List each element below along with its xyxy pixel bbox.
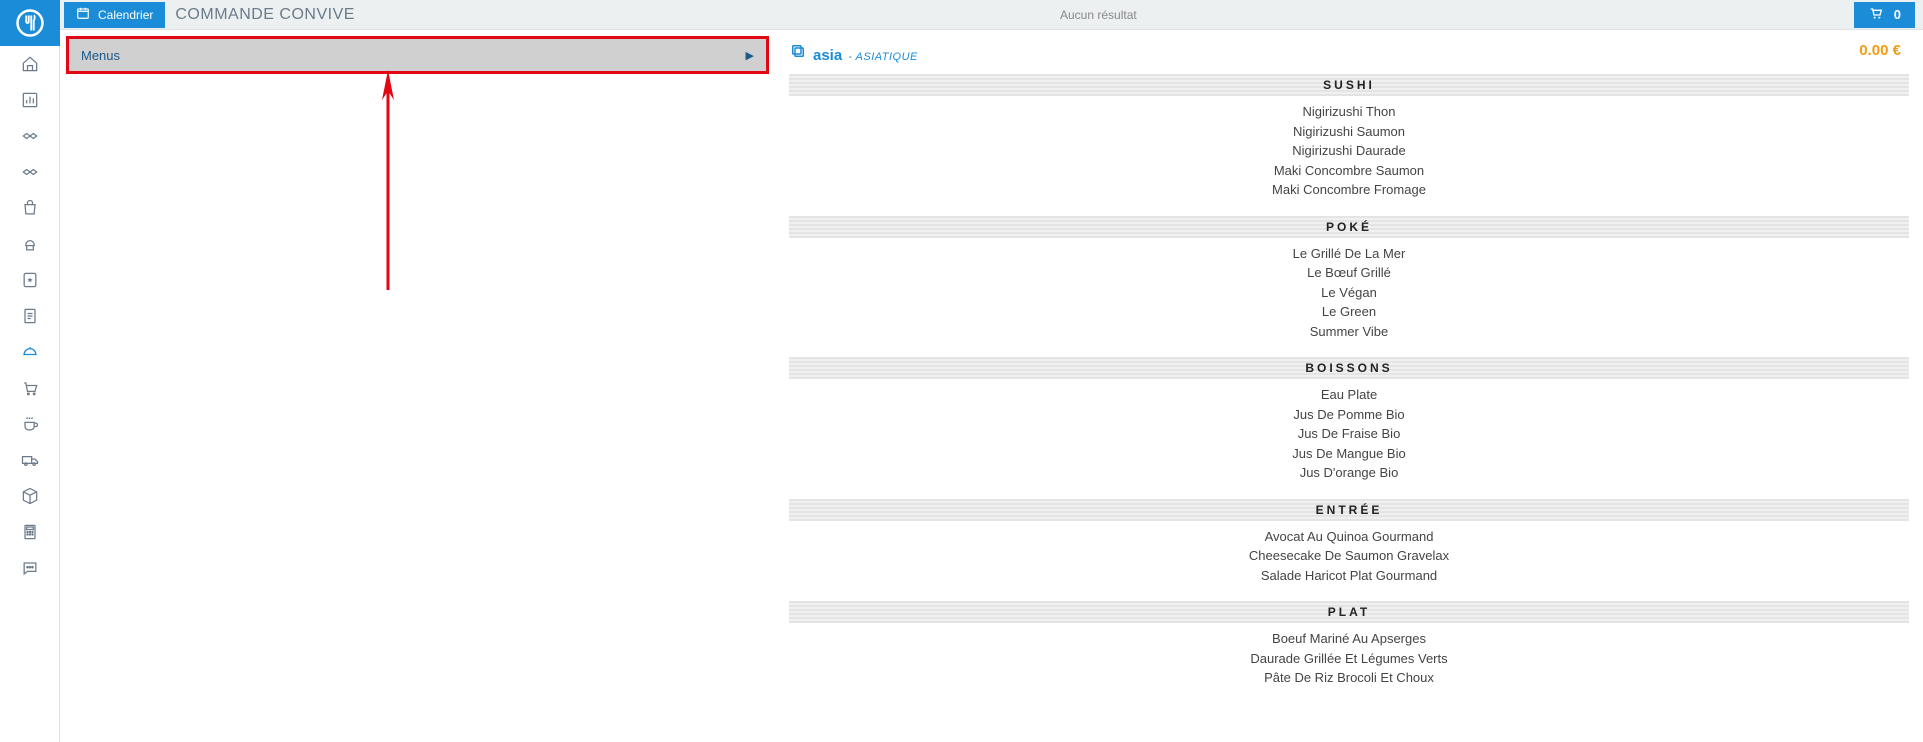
menu-section: ENTRÉEAvocat Au Quinoa GourmandCheesecak… xyxy=(789,499,1909,596)
section-header: PLAT xyxy=(789,601,1909,623)
chevron-right-icon: ▶ xyxy=(746,49,754,62)
calendar-label: Calendrier xyxy=(98,8,153,22)
section-header: BOISSONS xyxy=(789,357,1909,379)
menu-item[interactable]: Cheesecake De Saumon Gravelax xyxy=(789,546,1909,566)
section-header: ENTRÉE xyxy=(789,499,1909,521)
section-items: Nigirizushi ThonNigirizushi SaumonNigiri… xyxy=(789,96,1909,210)
menu-subtitle: - ASIATIQUE xyxy=(848,51,918,63)
menu-item[interactable]: Jus D'orange Bio xyxy=(789,463,1909,483)
nav-home[interactable] xyxy=(0,46,60,82)
menu-section: PLATBoeuf Mariné Au ApsergesDaurade Gril… xyxy=(789,601,1909,698)
menu-item[interactable]: Le Bœuf Grillé xyxy=(789,263,1909,283)
menu-item[interactable]: Le Green xyxy=(789,302,1909,322)
menu-detail-panel: asia - ASIATIQUE 0.00 € SUSHINigirizushi… xyxy=(775,30,1923,742)
menu-item[interactable]: Jus De Mangue Bio xyxy=(789,444,1909,464)
cart-icon xyxy=(1868,5,1884,24)
nav-chat[interactable] xyxy=(0,550,60,586)
menu-item[interactable]: Avocat Au Quinoa Gourmand xyxy=(789,527,1909,547)
menu-item[interactable]: Nigirizushi Daurade xyxy=(789,141,1909,161)
page-title: COMMANDE CONVIVE xyxy=(175,6,355,24)
nav-inventory[interactable] xyxy=(0,478,60,514)
menus-dropdown-label: Menus xyxy=(81,48,120,63)
sidebar xyxy=(0,0,60,742)
copy-icon[interactable] xyxy=(789,42,807,63)
nav-partners[interactable] xyxy=(0,118,60,154)
menu-item[interactable]: Pâte De Riz Brocoli Et Choux xyxy=(789,668,1909,688)
app-logo[interactable] xyxy=(0,0,60,46)
menu-item[interactable]: Maki Concombre Saumon xyxy=(789,161,1909,181)
nav-service[interactable] xyxy=(0,334,60,370)
nav-coffee[interactable] xyxy=(0,406,60,442)
topbar: Calendrier COMMANDE CONVIVE Aucun résult… xyxy=(60,0,1923,30)
nav-cart[interactable] xyxy=(0,370,60,406)
menu-item[interactable]: Nigirizushi Saumon xyxy=(789,122,1909,142)
menu-item[interactable]: Jus De Fraise Bio xyxy=(789,424,1909,444)
left-panel: Menus ▶ xyxy=(60,30,775,742)
menu-item[interactable]: Maki Concombre Fromage xyxy=(789,180,1909,200)
menu-section: POKÉLe Grillé De La MerLe Bœuf GrilléLe … xyxy=(789,216,1909,352)
menu-section: SUSHINigirizushi ThonNigirizushi SaumonN… xyxy=(789,74,1909,210)
cart-button[interactable]: 0 xyxy=(1854,2,1915,28)
calendar-icon xyxy=(76,6,90,23)
section-items: Eau PlateJus De Pomme BioJus De Fraise B… xyxy=(789,379,1909,493)
menu-item[interactable]: Boeuf Mariné Au Apserges xyxy=(789,629,1909,649)
section-header: POKÉ xyxy=(789,216,1909,238)
menu-item[interactable]: Salade Haricot Plat Gourmand xyxy=(789,566,1909,586)
menu-section: BOISSONSEau PlateJus De Pomme BioJus De … xyxy=(789,357,1909,493)
calendar-button[interactable]: Calendrier xyxy=(64,2,165,28)
nav-dashboard[interactable] xyxy=(0,82,60,118)
section-items: Boeuf Mariné Au ApsergesDaurade Grillée … xyxy=(789,623,1909,698)
menu-item[interactable]: Summer Vibe xyxy=(789,322,1909,342)
search-no-result: Aucun résultat xyxy=(1060,8,1137,22)
section-items: Le Grillé De La MerLe Bœuf GrilléLe Véga… xyxy=(789,238,1909,352)
nav-calculator[interactable] xyxy=(0,514,60,550)
annotation-arrow xyxy=(378,80,398,303)
nav-kitchen[interactable] xyxy=(0,226,60,262)
section-header: SUSHI xyxy=(789,74,1909,96)
nav-partners-alt[interactable] xyxy=(0,154,60,190)
nav-favorites[interactable] xyxy=(0,262,60,298)
nav-shopping[interactable] xyxy=(0,190,60,226)
cart-count: 0 xyxy=(1894,7,1901,22)
menu-price: 0.00 € xyxy=(1859,42,1901,59)
menu-item[interactable]: Daurade Grillée Et Légumes Verts xyxy=(789,649,1909,669)
nav-delivery[interactable] xyxy=(0,442,60,478)
menu-item[interactable]: Nigirizushi Thon xyxy=(789,102,1909,122)
nav-documents[interactable] xyxy=(0,298,60,334)
menu-item[interactable]: Eau Plate xyxy=(789,385,1909,405)
menu-item[interactable]: Jus De Pomme Bio xyxy=(789,405,1909,425)
menu-item[interactable]: Le Végan xyxy=(789,283,1909,303)
menu-item[interactable]: Le Grillé De La Mer xyxy=(789,244,1909,264)
menu-name[interactable]: asia xyxy=(813,47,842,64)
menus-dropdown[interactable]: Menus ▶ xyxy=(66,36,769,74)
section-items: Avocat Au Quinoa GourmandCheesecake De S… xyxy=(789,521,1909,596)
